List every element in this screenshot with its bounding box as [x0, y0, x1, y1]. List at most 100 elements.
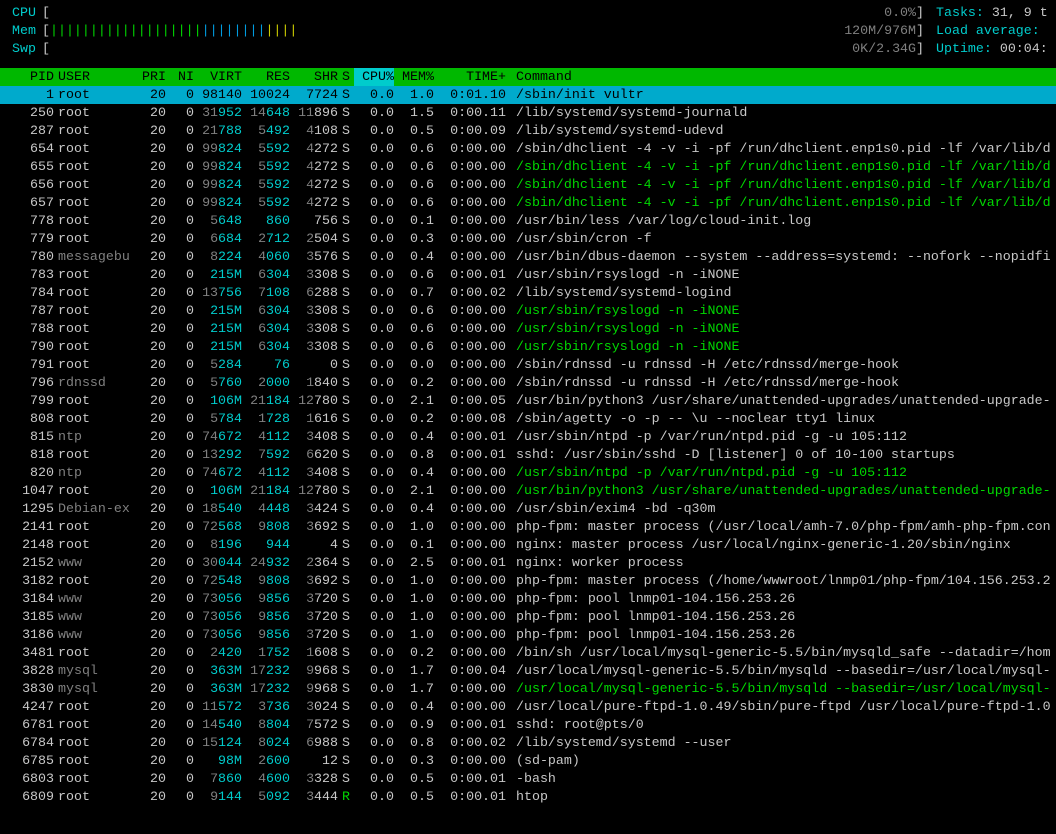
- cell-mem: 1.7: [394, 662, 434, 680]
- hdr-shr[interactable]: SHR: [290, 68, 338, 86]
- cell-shr: 12780: [290, 392, 338, 410]
- table-row[interactable]: 6784root2001512480246988S0.00.80:00.02/l…: [0, 734, 1056, 752]
- table-row[interactable]: 818root2001329275926620S0.00.80:00.01ssh…: [0, 446, 1056, 464]
- cell-ni: 0: [166, 626, 194, 644]
- hdr-time[interactable]: TIME+: [434, 68, 506, 86]
- cell-user: root: [58, 158, 134, 176]
- cell-user: root: [58, 194, 134, 212]
- hdr-s[interactable]: S: [338, 68, 354, 86]
- cell-pid: 778: [0, 212, 58, 230]
- table-row[interactable]: 656root2009982455924272S0.00.60:00.00/sb…: [0, 176, 1056, 194]
- cell-cpu: 0.0: [354, 770, 394, 788]
- hdr-pri[interactable]: PRI: [134, 68, 166, 86]
- table-row[interactable]: 791root2005284760S0.00.00:00.00/sbin/rdn…: [0, 356, 1056, 374]
- table-row[interactable]: 287root2002178854924108S0.00.50:00.09/li…: [0, 122, 1056, 140]
- table-row[interactable]: 6803root200786046003328S0.00.50:00.01-ba…: [0, 770, 1056, 788]
- cell-mem: 0.6: [394, 302, 434, 320]
- table-row[interactable]: 815ntp2007467241123408S0.00.40:00.01/usr…: [0, 428, 1056, 446]
- cell-pri: 20: [134, 266, 166, 284]
- table-row[interactable]: 6809root200914450923444R0.00.50:00.01hto…: [0, 788, 1056, 806]
- table-row[interactable]: 2141root2007256898083692S0.01.00:00.00ph…: [0, 518, 1056, 536]
- cell-shr: 12780: [290, 482, 338, 500]
- table-row[interactable]: 3828mysql200363M172329968S0.01.70:00.04/…: [0, 662, 1056, 680]
- table-row[interactable]: 2152www20030044249322364S0.02.50:00.01ng…: [0, 554, 1056, 572]
- hdr-ni[interactable]: NI: [166, 68, 194, 86]
- cell-pri: 20: [134, 374, 166, 392]
- cell-ni: 0: [166, 248, 194, 266]
- hdr-cpu[interactable]: CPU%: [354, 68, 394, 86]
- cell-virt: 99824: [194, 158, 242, 176]
- table-row[interactable]: 779root200668427122504S0.00.30:00.00/usr…: [0, 230, 1056, 248]
- cell-ni: 0: [166, 608, 194, 626]
- table-row[interactable]: 787root200215M63043308S0.00.60:00.00/usr…: [0, 302, 1056, 320]
- cell-cpu: 0.0: [354, 446, 394, 464]
- cell-shr: 7572: [290, 716, 338, 734]
- cell-mem: 2.1: [394, 392, 434, 410]
- cell-time: 0:00.01: [434, 770, 506, 788]
- cell-cpu: 0.0: [354, 338, 394, 356]
- cell-res: 4112: [242, 428, 290, 446]
- table-row[interactable]: 783root200215M63043308S0.00.60:00.01/usr…: [0, 266, 1056, 284]
- table-row[interactable]: 820ntp2007467241123408S0.00.40:00.00/usr…: [0, 464, 1056, 482]
- cell-user: root: [58, 284, 134, 302]
- table-row[interactable]: 808root200578417281616S0.00.20:00.08/sbi…: [0, 410, 1056, 428]
- cell-shr: 3576: [290, 248, 338, 266]
- hdr-user[interactable]: USER: [58, 68, 134, 86]
- table-row[interactable]: 250root200319521464811896S0.01.50:00.11/…: [0, 104, 1056, 122]
- cell-state: S: [338, 284, 354, 302]
- cell-res: 4448: [242, 500, 290, 518]
- cell-mem: 0.7: [394, 284, 434, 302]
- table-row[interactable]: 4247root2001157237363024S0.00.40:00.00/u…: [0, 698, 1056, 716]
- table-row[interactable]: 3185www2007305698563720S0.01.00:00.00php…: [0, 608, 1056, 626]
- cell-mem: 1.0: [394, 572, 434, 590]
- table-row[interactable]: 3830mysql200363M172329968S0.01.70:00.00/…: [0, 680, 1056, 698]
- cell-res: 5492: [242, 122, 290, 140]
- table-row[interactable]: 784root2001375671086288S0.00.70:00.02/li…: [0, 284, 1056, 302]
- table-row[interactable]: 3481root200242017521608S0.00.20:00.00/bi…: [0, 644, 1056, 662]
- table-row[interactable]: 6785root20098M260012S0.00.30:00.00(sd-pa…: [0, 752, 1056, 770]
- cell-ni: 0: [166, 302, 194, 320]
- table-row[interactable]: 3186www2007305698563720S0.01.00:00.00php…: [0, 626, 1056, 644]
- table-row[interactable]: 3182root2007254898083692S0.01.00:00.00ph…: [0, 572, 1056, 590]
- hdr-mem[interactable]: MEM%: [394, 68, 434, 86]
- cell-user: mysql: [58, 662, 134, 680]
- table-row[interactable]: 778root2005648860756S0.00.10:00.00/usr/b…: [0, 212, 1056, 230]
- table-row[interactable]: 1295Debian-ex2001854044483424S0.00.40:00…: [0, 500, 1056, 518]
- cell-user: root: [58, 338, 134, 356]
- table-row[interactable]: 790root200215M63043308S0.00.60:00.00/usr…: [0, 338, 1056, 356]
- cell-time: 0:00.00: [434, 572, 506, 590]
- table-row[interactable]: 654root2009982455924272S0.00.60:00.00/sb…: [0, 140, 1056, 158]
- cell-ni: 0: [166, 230, 194, 248]
- cell-shr: 3424: [290, 500, 338, 518]
- cell-cpu: 0.0: [354, 518, 394, 536]
- table-row[interactable]: 1root20098140100247724S0.01.00:01.10/sbi…: [0, 86, 1056, 104]
- cell-pid: 6785: [0, 752, 58, 770]
- hdr-res[interactable]: RES: [242, 68, 290, 86]
- cell-mem: 0.4: [394, 464, 434, 482]
- table-row[interactable]: 788root200215M63043308S0.00.60:00.00/usr…: [0, 320, 1056, 338]
- table-row[interactable]: 657root2009982455924272S0.00.60:00.00/sb…: [0, 194, 1056, 212]
- cell-res: 3736: [242, 698, 290, 716]
- table-row[interactable]: 655root2009982455924272S0.00.60:00.00/sb…: [0, 158, 1056, 176]
- cell-pri: 20: [134, 356, 166, 374]
- cell-command: /usr/bin/python3 /usr/share/unattended-u…: [506, 392, 1056, 410]
- cell-ni: 0: [166, 410, 194, 428]
- cell-pid: 6803: [0, 770, 58, 788]
- hdr-pid[interactable]: PID: [0, 68, 58, 86]
- cell-user: root: [58, 302, 134, 320]
- cell-time: 0:00.05: [434, 392, 506, 410]
- table-row[interactable]: 780messagebu200822440603576S0.00.40:00.0…: [0, 248, 1056, 266]
- table-row[interactable]: 799root200106M2118412780S0.02.10:00.05/u…: [0, 392, 1056, 410]
- hdr-virt[interactable]: VIRT: [194, 68, 242, 86]
- process-table-body[interactable]: 1root20098140100247724S0.01.00:01.10/sbi…: [0, 86, 1056, 806]
- table-row[interactable]: 2148root20081969444S0.00.10:00.00nginx: …: [0, 536, 1056, 554]
- table-row[interactable]: 6781root2001454088047572S0.00.90:00.01ss…: [0, 716, 1056, 734]
- hdr-cmd[interactable]: Command: [506, 68, 1056, 86]
- cell-cpu: 0.0: [354, 590, 394, 608]
- table-row[interactable]: 3184www2007305698563720S0.01.00:00.00php…: [0, 590, 1056, 608]
- table-row[interactable]: 1047root200106M2118412780S0.02.10:00.00/…: [0, 482, 1056, 500]
- cell-state: S: [338, 356, 354, 374]
- table-row[interactable]: 796rdnssd200576020001840S0.00.20:00.00/s…: [0, 374, 1056, 392]
- cell-res: 17232: [242, 680, 290, 698]
- process-table-header[interactable]: PID USER PRI NI VIRT RES SHR S CPU% MEM%…: [0, 68, 1056, 86]
